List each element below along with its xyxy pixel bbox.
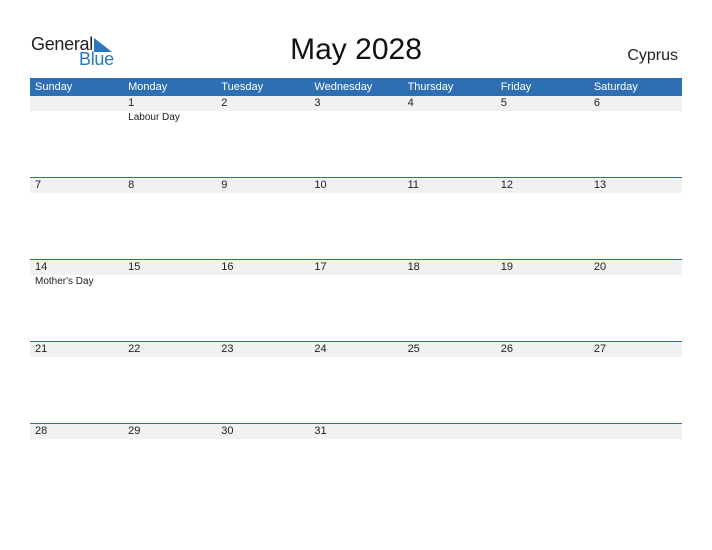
- holiday-label: [496, 111, 589, 125]
- holiday-label: [30, 111, 123, 125]
- weekday-thursday: Thursday: [407, 81, 454, 93]
- date-number: 21: [35, 343, 48, 355]
- holiday-label: [589, 111, 682, 125]
- date-number: 8: [128, 179, 135, 191]
- date-number: 27: [593, 343, 607, 355]
- date-number: 2: [221, 97, 228, 109]
- weekday-monday: Monday: [128, 81, 168, 93]
- calendar-title: May 2028: [290, 33, 422, 66]
- date-number: 28: [35, 425, 48, 437]
- date-number: 1: [128, 97, 135, 109]
- date-number: 16: [221, 261, 234, 273]
- date-number: 9: [221, 179, 228, 191]
- date-number: 30: [221, 425, 234, 437]
- holiday-label: Labour Day: [128, 112, 180, 123]
- weekday-header: Sunday Monday Tuesday Wednesday Thursday…: [30, 78, 682, 96]
- weekday-friday: Friday: [500, 81, 532, 93]
- date-number: 6: [593, 97, 600, 109]
- holiday-label: [589, 275, 682, 289]
- date-number: [403, 424, 496, 439]
- week-row: 7 8 9 10 11 12 13: [30, 177, 682, 259]
- calendar-grid: Sunday Monday Tuesday Wednesday Thursday…: [30, 78, 682, 505]
- date-number: 18: [407, 261, 420, 273]
- date-number: 10: [314, 179, 327, 191]
- date-number: 24: [314, 343, 327, 355]
- events-row: Labour Day: [30, 111, 682, 125]
- holiday-label: [123, 275, 216, 289]
- holiday-label: Mother's Day: [35, 276, 94, 287]
- date-number: 17: [314, 261, 327, 273]
- date-number: 7: [35, 179, 42, 191]
- date-number: 25: [407, 343, 420, 355]
- date-number: 4: [407, 97, 414, 109]
- date-number-bar: 21 22 23 24 25 26 27: [30, 342, 682, 357]
- week-row: 28 29 30 31: [30, 423, 682, 505]
- date-number-bar: 14 15 16 17 18 19 20: [30, 260, 682, 275]
- date-number: [589, 424, 682, 439]
- weekday-saturday: Saturday: [593, 81, 638, 93]
- date-number: 20: [593, 261, 607, 273]
- country-label: Cyprus: [627, 47, 678, 64]
- date-number: 26: [500, 343, 513, 355]
- date-number: 22: [128, 343, 141, 355]
- date-number: [496, 424, 589, 439]
- date-number: 14: [35, 261, 48, 273]
- date-number-bar: 1 2 3 4 5 6: [30, 96, 682, 111]
- holiday-label: [216, 111, 309, 125]
- holiday-label: [403, 275, 496, 289]
- holiday-label: [309, 275, 402, 289]
- date-number: 5: [500, 97, 507, 109]
- date-number: 31: [314, 425, 327, 437]
- week-row: 14 15 16 17 18 19 20 Mother's Day: [30, 259, 682, 341]
- date-number: 3: [314, 97, 321, 109]
- date-number: 11: [407, 179, 419, 191]
- date-number: 29: [128, 425, 141, 437]
- date-number: [30, 96, 123, 111]
- holiday-label: [309, 111, 402, 125]
- date-number: 12: [500, 179, 513, 191]
- weekday-tuesday: Tuesday: [221, 81, 264, 93]
- date-number: 13: [593, 179, 607, 191]
- holiday-label: [496, 275, 589, 289]
- date-number-bar: 28 29 30 31: [30, 424, 682, 439]
- week-row: 21 22 23 24 25 26 27: [30, 341, 682, 423]
- weekday-wednesday: Wednesday: [314, 81, 373, 93]
- date-number: 23: [221, 343, 234, 355]
- date-number: 15: [128, 261, 141, 273]
- holiday-label: [216, 275, 309, 289]
- week-row: 1 2 3 4 5 6 Labour Day: [30, 96, 682, 177]
- date-number-bar: 7 8 9 10 11 12 13: [30, 178, 682, 193]
- date-number: 19: [500, 261, 513, 273]
- holiday-label: [403, 111, 496, 125]
- weekday-sunday: Sunday: [35, 81, 73, 93]
- events-row: Mother's Day: [30, 275, 682, 289]
